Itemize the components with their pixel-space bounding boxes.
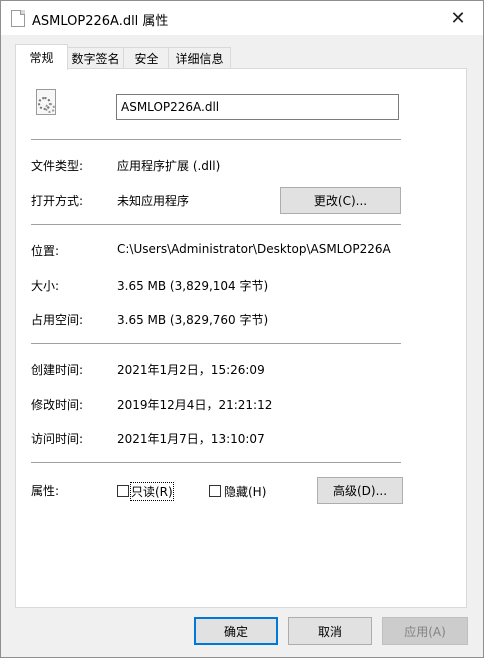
divider bbox=[31, 224, 401, 225]
advanced-button[interactable]: 高级(D)... bbox=[317, 477, 403, 504]
tab-digital-signatures[interactable]: 数字签名 bbox=[66, 47, 125, 69]
change-button[interactable]: 更改(C)... bbox=[280, 187, 401, 214]
opens-with-value: 未知应用程序 bbox=[117, 194, 190, 208]
created-value: 2021年1月2日，15:26:09 bbox=[117, 363, 265, 377]
hidden-label[interactable]: 隐藏(H) bbox=[224, 483, 266, 500]
file-type-value: 应用程序扩展 (.dll) bbox=[117, 159, 221, 173]
tab-details[interactable]: 详细信息 bbox=[168, 47, 231, 69]
size-on-disk-label: 占用空间: bbox=[31, 313, 84, 327]
ok-button[interactable]: 确定 bbox=[194, 617, 278, 645]
divider bbox=[31, 462, 401, 463]
size-value: 3.65 MB (3,829,104 字节) bbox=[117, 279, 269, 293]
file-type-label: 文件类型: bbox=[31, 159, 84, 173]
hidden-checkbox[interactable] bbox=[209, 485, 221, 497]
modified-value: 2019年12月4日，21:21:12 bbox=[117, 398, 273, 412]
dll-file-icon bbox=[36, 89, 56, 115]
general-tab-panel bbox=[15, 68, 467, 608]
tab-general[interactable]: 常规 bbox=[15, 44, 68, 70]
divider bbox=[31, 139, 401, 140]
apply-button[interactable]: 应用(A) bbox=[382, 617, 468, 645]
file-icon bbox=[11, 10, 25, 27]
accessed-label: 访问时间: bbox=[31, 432, 84, 446]
cancel-button[interactable]: 取消 bbox=[288, 617, 372, 645]
title-bar[interactable]: ASMLOP226A.dll 属性 ✕ bbox=[1, 1, 483, 35]
size-on-disk-value: 3.65 MB (3,829,760 字节) bbox=[117, 313, 269, 327]
created-label: 创建时间: bbox=[31, 363, 84, 377]
accessed-value: 2021年1月7日，13:10:07 bbox=[117, 432, 265, 446]
properties-dialog: ASMLOP226A.dll 属性 ✕ 常规 数字签名 安全 详细信息 ASML… bbox=[0, 0, 484, 658]
close-icon: ✕ bbox=[450, 7, 466, 29]
readonly-checkbox[interactable] bbox=[117, 485, 129, 497]
opens-with-label: 打开方式: bbox=[31, 194, 84, 208]
close-button[interactable]: ✕ bbox=[441, 5, 475, 31]
window-title: ASMLOP226A.dll 属性 bbox=[32, 14, 169, 29]
readonly-label[interactable]: 只读(R) bbox=[130, 482, 174, 501]
modified-label: 修改时间: bbox=[31, 398, 84, 412]
attributes-label: 属性: bbox=[31, 484, 60, 498]
file-name-input[interactable]: ASMLOP226A.dll bbox=[116, 94, 399, 120]
divider bbox=[31, 343, 401, 344]
tab-security[interactable]: 安全 bbox=[123, 47, 170, 69]
small-gear-icon bbox=[45, 103, 55, 113]
location-label: 位置: bbox=[31, 244, 60, 258]
location-value: C:\Users\Administrator\Desktop\ASMLOP226… bbox=[117, 242, 391, 256]
size-label: 大小: bbox=[31, 279, 60, 293]
